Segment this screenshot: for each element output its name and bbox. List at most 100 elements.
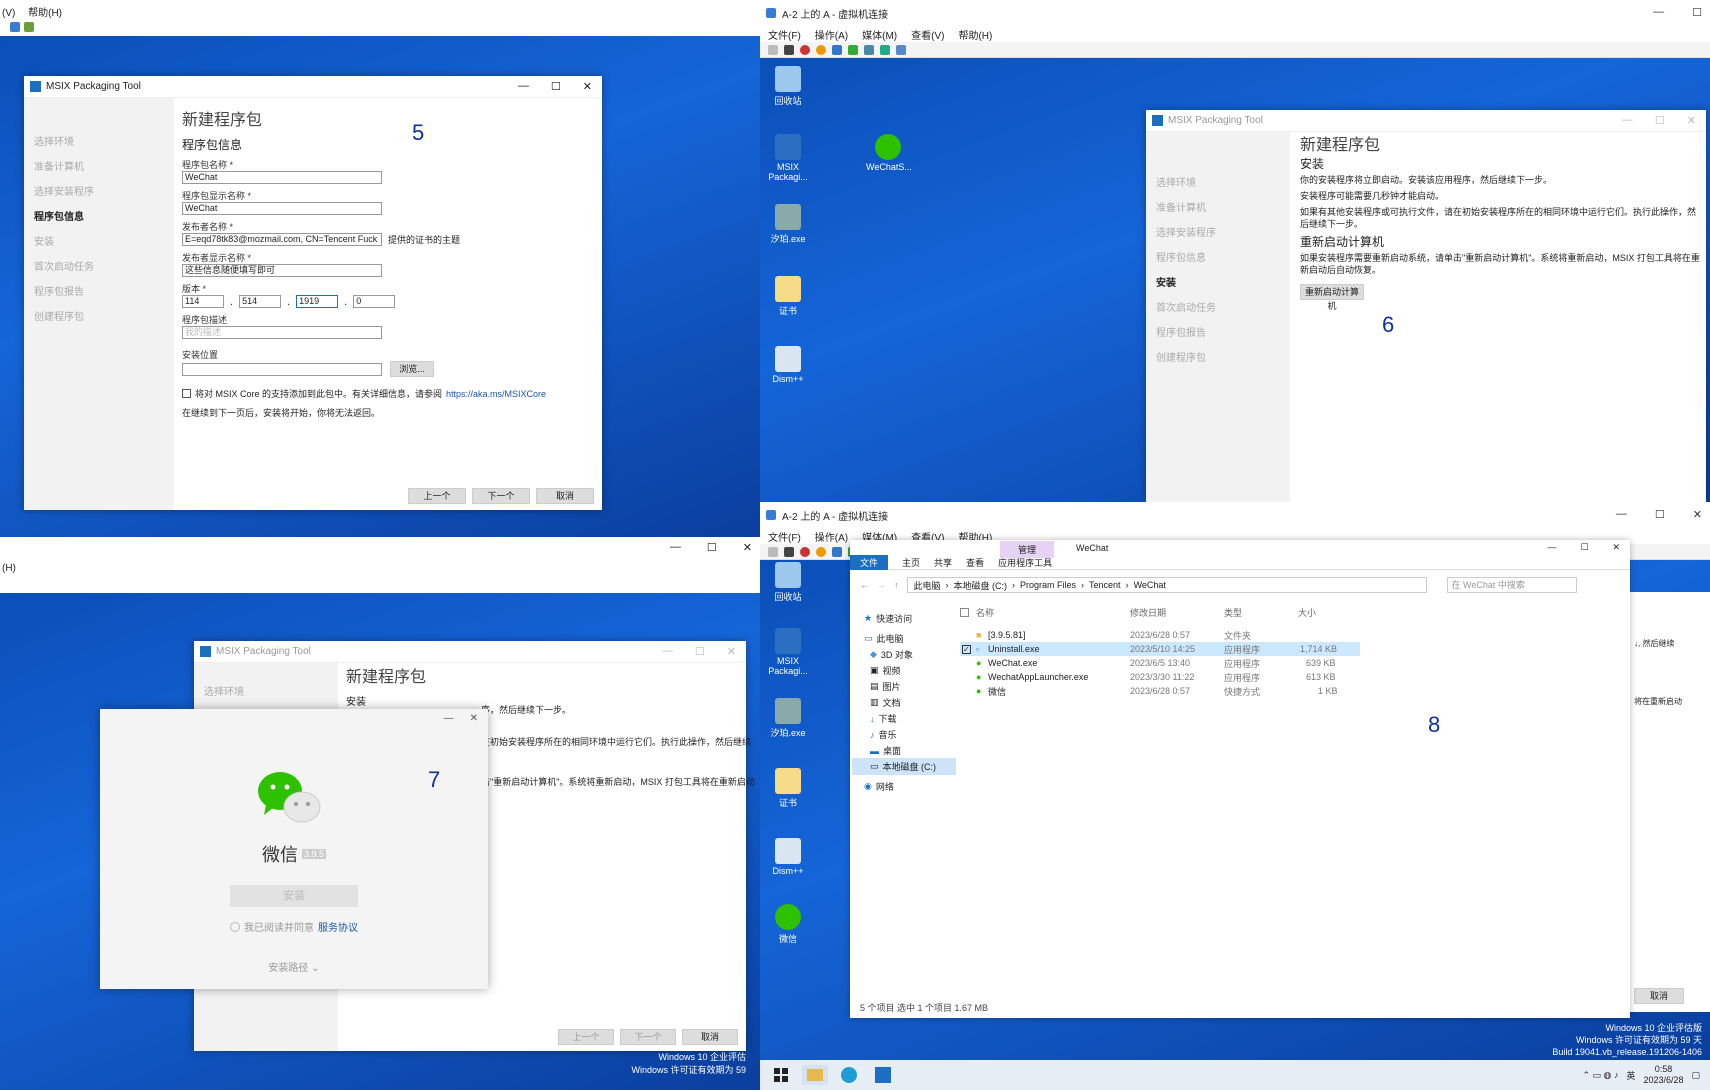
close-icon[interactable]: ✕	[743, 541, 752, 554]
menu-file[interactable]: 文件(F)	[768, 27, 801, 42]
menu-media[interactable]: 媒体(M)	[862, 27, 897, 42]
maximize-icon[interactable]: ☐	[707, 541, 717, 554]
breadcrumb-item[interactable]: WeChat	[1134, 580, 1166, 590]
tab-file[interactable]: 文件	[850, 555, 889, 570]
menu-action[interactable]: 操作(A)	[815, 529, 848, 544]
power-icon[interactable]	[816, 546, 826, 557]
shutdown-icon[interactable]	[800, 546, 810, 557]
publisher-name-input[interactable]: E=eqd78tk83@mozmail.com, CN=Tencent Fuck	[182, 233, 382, 246]
version-revision-input[interactable]: 0	[353, 295, 396, 308]
minimize-icon[interactable]: —	[662, 645, 673, 658]
notification-icon[interactable]: ▢	[1691, 1070, 1700, 1081]
back-icon[interactable]: ←	[860, 580, 869, 590]
close-icon[interactable]: ✕	[1687, 114, 1696, 127]
close-icon[interactable]: ✕	[1693, 508, 1702, 521]
ctrl-alt-del-icon[interactable]	[768, 44, 778, 55]
row-checkbox[interactable]: ✓	[962, 644, 971, 654]
next-button[interactable]: 下一个	[620, 1029, 676, 1045]
edge-icon[interactable]	[836, 1065, 862, 1085]
version-build-input[interactable]: 1919	[296, 295, 339, 308]
prev-button[interactable]: 上一个	[408, 488, 466, 504]
stop-icon[interactable]	[784, 44, 794, 55]
start-icon[interactable]	[848, 44, 858, 55]
minimize-icon[interactable]: —	[518, 80, 529, 93]
minimize-icon[interactable]: —	[1653, 6, 1664, 19]
restart-computer-button[interactable]: 重新启动计算机	[1300, 284, 1364, 311]
minimize-icon[interactable]: —	[1622, 114, 1633, 127]
pause-icon[interactable]	[832, 546, 842, 557]
column-header-date[interactable]: 修改日期	[1130, 606, 1166, 619]
breadcrumb-item[interactable]: Program Files	[1020, 580, 1076, 590]
host-menu-view[interactable]: (V)	[2, 8, 15, 19]
close-icon[interactable]: ✕	[727, 645, 736, 658]
cancel-button[interactable]: 取消	[1634, 988, 1684, 1004]
menu-action[interactable]: 操作(A)	[815, 27, 848, 42]
cancel-button[interactable]: 取消	[536, 488, 594, 504]
tray-icons[interactable]: ⌃ ▭ ◍ ♪	[1583, 1070, 1619, 1081]
dism-icon[interactable]: Dism++	[766, 838, 810, 876]
prev-button[interactable]: 上一个	[558, 1029, 614, 1045]
nav-local-disk[interactable]: ▭ 本地磁盘 (C:)	[852, 758, 956, 775]
ime-indicator[interactable]: 英	[1626, 1069, 1635, 1082]
column-header-type[interactable]: 类型	[1224, 606, 1242, 619]
maximize-icon[interactable]: ☐	[695, 645, 705, 658]
session-icon[interactable]	[896, 44, 906, 55]
tab-home[interactable]: 主页	[902, 556, 920, 569]
ctrl-alt-del-icon[interactable]	[768, 546, 778, 557]
start-icon[interactable]	[768, 1065, 794, 1085]
msix-packaging-icon[interactable]: MSIX Packagi...	[766, 134, 810, 182]
file-row[interactable]: ● 微信 2023/6/28 0:57 快捷方式 1 KB	[960, 684, 1360, 698]
wechat-setup-icon[interactable]: WeChatS...	[866, 134, 912, 172]
breadcrumb-item[interactable]: 此电脑	[914, 579, 941, 592]
file-row[interactable]: ■ [3.9.5.81] 2023/6/28 0:57 文件夹	[960, 628, 1360, 642]
xipo-exe-icon[interactable]: 汐珀.exe	[766, 698, 810, 739]
minimize-icon[interactable]: —	[444, 713, 454, 724]
maximize-icon[interactable]: ☐	[1580, 542, 1588, 553]
close-icon[interactable]: ✕	[470, 713, 478, 724]
menu-view[interactable]: 查看(V)	[911, 27, 944, 42]
maximize-icon[interactable]: ☐	[551, 80, 561, 93]
column-header-size[interactable]: 大小	[1298, 606, 1316, 619]
publisher-display-name-input[interactable]: 这些信息随便填写即可	[182, 264, 382, 277]
recycle-bin-icon[interactable]: 回收站	[766, 562, 810, 603]
nav-videos[interactable]: ▣ 视频	[870, 664, 901, 677]
install-path-toggle[interactable]: 安装路径 ⌄	[100, 959, 488, 974]
nav-music[interactable]: ♪ 音乐	[870, 728, 897, 741]
close-icon[interactable]: ✕	[1612, 542, 1620, 553]
pause-icon[interactable]	[832, 44, 842, 55]
certificate-icon[interactable]: 证书	[766, 276, 810, 317]
menu-help[interactable]: 帮助(H)	[958, 27, 992, 42]
install-location-input[interactable]	[182, 362, 382, 376]
search-input[interactable]: 在 WeChat 中搜索	[1446, 577, 1577, 593]
browse-button[interactable]: 浏览...	[390, 361, 434, 377]
revert-icon[interactable]	[880, 44, 890, 55]
breadcrumb-item[interactable]: 本地磁盘 (C:)	[954, 579, 1008, 592]
nav-this-pc[interactable]: ▭ 此电脑	[864, 632, 904, 645]
column-header-name[interactable]: 名称	[976, 606, 994, 619]
description-input[interactable]: 我的描述	[182, 326, 382, 339]
clock[interactable]: 0:58 2023/6/28	[1643, 1064, 1683, 1086]
service-agreement-link[interactable]: 服务协议	[318, 919, 358, 934]
dism-icon[interactable]: Dism++	[766, 346, 810, 384]
breadcrumb-item[interactable]: Tencent	[1089, 580, 1121, 590]
file-explorer-taskbar-icon[interactable]	[802, 1065, 828, 1085]
msix-packaging-icon[interactable]: MSIX Packagi...	[766, 628, 810, 676]
msix-taskbar-icon[interactable]	[870, 1065, 896, 1085]
msix-core-link[interactable]: https://aka.ms/MSIXCore	[446, 389, 546, 399]
tab-app-tools[interactable]: 应用程序工具	[998, 556, 1052, 569]
nav-documents[interactable]: ▥ 文档	[870, 696, 901, 709]
power-icon[interactable]	[816, 44, 826, 55]
nav-pictures[interactable]: ▤ 图片	[870, 680, 901, 693]
breadcrumb[interactable]: 此电脑 › 本地磁盘 (C:) › Program Files › Tencent › …	[906, 577, 1427, 593]
minimize-icon[interactable]: —	[1547, 542, 1556, 553]
toolbar-icon[interactable]	[10, 22, 20, 32]
recycle-bin-icon[interactable]: 回收站	[766, 66, 810, 107]
agree-radio[interactable]	[230, 921, 240, 932]
version-major-input[interactable]: 114	[182, 295, 224, 308]
tab-view[interactable]: 查看	[966, 556, 984, 569]
package-display-name-input[interactable]: WeChat	[182, 202, 382, 215]
nav-3d-objects[interactable]: ◆ 3D 对象	[870, 648, 913, 661]
file-row[interactable]: ● WechatAppLauncher.exe 2023/3/30 11:22 …	[960, 670, 1360, 684]
host-menu-help[interactable]: 帮助(H)	[28, 8, 62, 19]
stop-icon[interactable]	[784, 546, 794, 557]
